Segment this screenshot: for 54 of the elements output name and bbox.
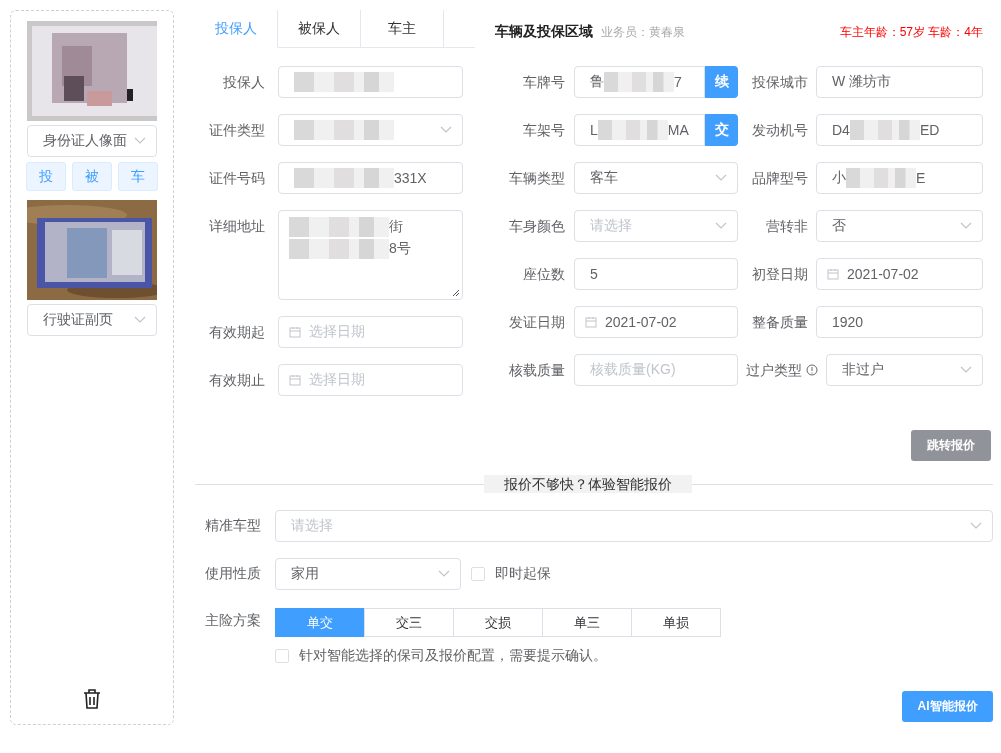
section-title: 车辆及投保区域 <box>495 23 593 41</box>
text-field[interactable]: L MA <box>574 114 705 146</box>
text-field[interactable]: W 潍坊市 <box>816 66 983 98</box>
field-label: 发动机号 <box>751 121 808 140</box>
field-label: 有效期止 <box>208 371 265 390</box>
textarea-field[interactable]: 街 8号 <box>278 210 463 300</box>
field-label: 过户类型 <box>746 361 802 380</box>
field-label: 有效期起 <box>208 323 265 342</box>
field-label: 发证日期 <box>508 313 565 332</box>
checkbox-label: 针对智能选择的保司及报价配置，需要提示确认。 <box>299 647 607 665</box>
field-label: 座位数 <box>522 265 565 284</box>
field-label: 证件号码 <box>208 169 265 188</box>
age-note: 车主年龄：57岁 车龄：4年 <box>839 23 983 41</box>
plan-option[interactable]: 交损 <box>453 608 543 637</box>
divider-text: 报价不够快？体验智能报价 <box>484 475 692 493</box>
field-label: 营转非 <box>765 217 808 236</box>
field-label: 车身颜色 <box>508 217 565 236</box>
text-field[interactable]: 小 E <box>816 162 983 194</box>
document-type-select[interactable]: 行驶证副页 <box>27 304 157 336</box>
select-field[interactable]: 家用 <box>275 558 461 590</box>
field-label: 证件类型 <box>208 121 265 140</box>
field-label: 车牌号 <box>522 73 565 92</box>
select-field[interactable]: 非过户 <box>826 354 983 386</box>
plan-option[interactable]: 单损 <box>631 608 721 637</box>
text-field[interactable]: 1920 <box>816 306 983 338</box>
address-text: 街 <box>389 218 403 236</box>
field-label: 车辆类型 <box>508 169 565 188</box>
date-field[interactable]: 2021-07-02 <box>816 258 983 290</box>
field-label: 使用性质 <box>204 565 262 583</box>
select-field[interactable]: 否 <box>816 210 983 242</box>
field-label: 初登日期 <box>751 265 808 284</box>
document-type-select[interactable]: 身份证人像面 <box>27 125 157 157</box>
checkbox-label: 即时起保 <box>495 565 551 583</box>
salesperson-text: 业务员：黄春泉 <box>601 23 685 41</box>
field-label: 车架号 <box>522 121 565 140</box>
text-field[interactable]: D4 ED <box>816 114 983 146</box>
tab[interactable]: 被保人 <box>278 10 361 48</box>
text-field[interactable]: 5 <box>574 258 738 290</box>
text-field[interactable]: 331X <box>278 162 463 194</box>
date-field[interactable]: 2021-07-02 <box>574 306 738 338</box>
field-label: 主险方案 <box>204 611 262 630</box>
field-label: 详细地址 <box>208 217 265 236</box>
tab[interactable]: 车主 <box>361 10 444 48</box>
field-label: 投保城市 <box>751 73 808 92</box>
field-label: 投保人 <box>222 73 265 92</box>
field-label: 整备质量 <box>751 313 808 332</box>
text-field[interactable]: 鲁 7 <box>574 66 705 98</box>
address-text: 8号 <box>389 240 411 258</box>
field-label: 核载质量 <box>508 361 565 380</box>
plan-option[interactable]: 单三 <box>542 608 632 637</box>
field-label: 品牌型号 <box>751 169 808 188</box>
field-label: 精准车型 <box>204 517 262 535</box>
plan-option[interactable]: 交三 <box>364 608 454 637</box>
select-field[interactable]: 客车 <box>574 162 738 194</box>
